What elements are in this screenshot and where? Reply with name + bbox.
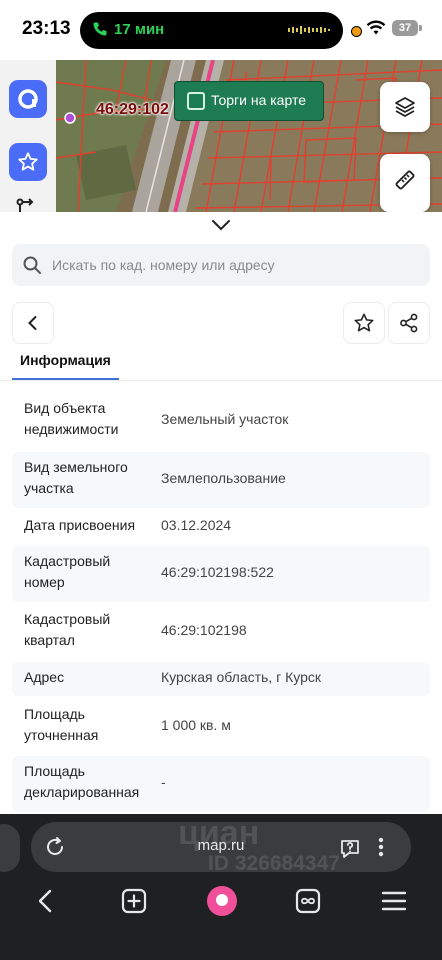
alice-assistant-icon[interactable] bbox=[205, 884, 239, 918]
info-row-label: Адрес bbox=[24, 669, 65, 685]
info-row-label: Вид объекта недвижимости bbox=[24, 400, 119, 437]
previous-tab-preview[interactable] bbox=[0, 824, 20, 872]
info-row-label: Площадь уточненная bbox=[24, 706, 99, 743]
phone-icon bbox=[93, 22, 107, 36]
info-row-land-type: Вид земельного участка Землепользование bbox=[12, 452, 430, 508]
call-indicator[interactable]: 17 мин bbox=[80, 12, 343, 49]
clock: 23:13 bbox=[22, 18, 71, 39]
wifi-icon bbox=[366, 20, 386, 35]
favorites-button[interactable] bbox=[9, 143, 47, 181]
divider bbox=[0, 380, 442, 381]
auction-toggle-label: Торги на карте bbox=[211, 92, 306, 108]
battery-indicator: 37 bbox=[392, 20, 418, 36]
auction-checkbox[interactable] bbox=[187, 92, 205, 110]
add-favorite-button[interactable] bbox=[343, 302, 385, 344]
info-row-label: Дата присвоения bbox=[24, 517, 136, 533]
info-row-area-declared: Площадь декларированная - bbox=[12, 756, 430, 812]
back-button[interactable] bbox=[12, 302, 54, 344]
search-bar[interactable] bbox=[12, 244, 430, 286]
new-tab-icon[interactable] bbox=[119, 886, 149, 916]
battery-tip bbox=[419, 25, 422, 31]
share-icon bbox=[400, 313, 418, 333]
search-input[interactable] bbox=[52, 244, 422, 286]
star-icon bbox=[18, 152, 38, 171]
info-row-label: Кадастровый квартал bbox=[24, 611, 111, 648]
info-row-value: - bbox=[161, 774, 166, 790]
layers-icon bbox=[395, 97, 415, 117]
info-row-cadastral-quarter: Кадастровый квартал 46:29:102198 bbox=[12, 604, 430, 660]
watermark: циан bbox=[178, 814, 260, 852]
info-row-object-type: Вид объекта недвижимости Земельный участ… bbox=[12, 390, 430, 446]
ruler-icon bbox=[395, 170, 415, 190]
object-info-sheet: Информация Вид объекта недвижимости Земе… bbox=[0, 212, 442, 814]
route-icon[interactable] bbox=[16, 198, 38, 212]
star-icon bbox=[354, 313, 374, 332]
menu-icon[interactable] bbox=[379, 886, 409, 916]
info-row-value: 03.12.2024 bbox=[161, 517, 232, 533]
app-logo-button[interactable] bbox=[9, 80, 47, 118]
info-row-address: Адрес Курская область, г Курск bbox=[12, 662, 430, 696]
info-row-label: Вид земельного участка bbox=[24, 459, 128, 496]
tab-information[interactable]: Информация bbox=[20, 352, 111, 368]
info-row-label: Площадь декларированная bbox=[24, 763, 140, 800]
info-row-area-specified: Площадь уточненная 1 000 кв. м bbox=[12, 698, 430, 754]
cadastral-number-label: 46:29:102 bbox=[96, 101, 169, 118]
layers-button[interactable] bbox=[380, 82, 430, 132]
alice-logo-icon bbox=[18, 89, 38, 109]
audio-wave-icon bbox=[288, 26, 330, 34]
info-row-value: 1 000 кв. м bbox=[161, 717, 231, 733]
browser-toolbar: map.ru циан ID 326684347 bbox=[0, 814, 442, 960]
info-row-value: 46:29:102198 bbox=[161, 622, 247, 638]
info-row-label: Кадастровый номер bbox=[24, 553, 111, 590]
call-duration: 17 мин bbox=[114, 21, 165, 38]
tabs-icon[interactable] bbox=[293, 886, 323, 916]
search-icon bbox=[23, 256, 41, 274]
chevron-down-icon[interactable] bbox=[210, 218, 232, 232]
info-row-value: Землепользование bbox=[161, 470, 286, 486]
watermark-id: ID 326684347 bbox=[208, 852, 340, 875]
info-row-cadastral-number: Кадастровый номер 46:29:102198:522 bbox=[12, 546, 430, 602]
info-row-value: Курская область, г Курск bbox=[161, 669, 321, 685]
auction-toggle[interactable]: Торги на карте bbox=[174, 81, 324, 121]
info-row-value: 46:29:102198:522 bbox=[161, 564, 274, 580]
share-button[interactable] bbox=[388, 302, 430, 344]
question-bubble-icon[interactable] bbox=[338, 836, 362, 860]
info-row-assign-date: Дата присвоения 03.12.2024 bbox=[12, 510, 430, 544]
more-vertical-icon[interactable] bbox=[378, 837, 384, 857]
recording-indicator bbox=[351, 26, 362, 37]
status-bar: 23:13 17 мин 37 bbox=[0, 0, 442, 60]
chevron-left-icon[interactable] bbox=[31, 886, 61, 916]
chevron-left-icon bbox=[28, 316, 37, 330]
info-row-value: Земельный участок bbox=[161, 411, 289, 427]
ruler-button[interactable] bbox=[380, 154, 430, 212]
side-rail bbox=[0, 60, 56, 212]
